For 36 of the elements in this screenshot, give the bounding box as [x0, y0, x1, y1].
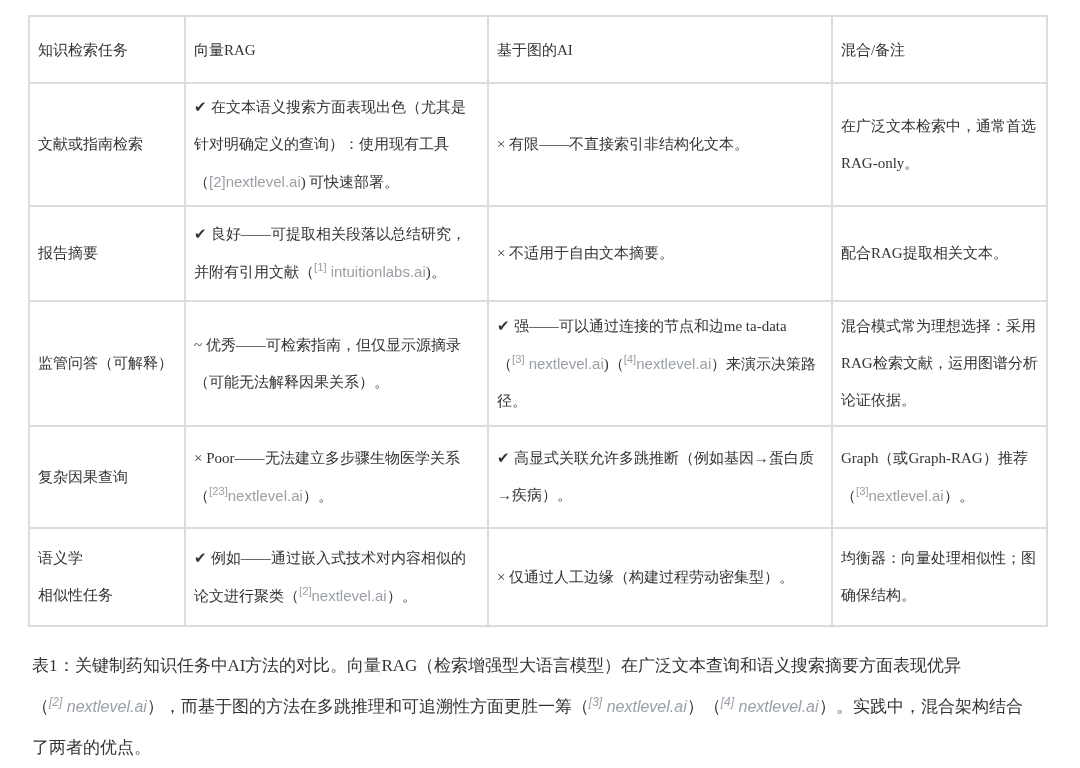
citation-link[interactable]: $^{[2]}$nextlevel.ai: [299, 586, 387, 604]
cell-text: 报告摘要: [38, 244, 99, 263]
cell-text: 在广泛文本检索中，通常首选RAG-only。: [841, 116, 1037, 173]
citation-link[interactable]: [2]nextlevel.ai: [209, 172, 301, 190]
cell-text: ✔ 例如——通过嵌入式技术对内容相似的论文进行聚类（$^{[2]}$nextlevel.ai）。: [194, 548, 467, 606]
cell-text: Graph（或Graph-RAG）推荐（$^{[3]}$nextlevel.ai）。: [841, 448, 1029, 506]
cell-text: ✔ 良好——可提取相关段落以总结研究，并附有引用文献（$^{[1]}$ intuitionlabs.ai)。: [194, 225, 467, 282]
citation-link[interactable]: $^{[23]}$nextlevel.ai: [209, 486, 303, 504]
cell-text: 均衡器：向量处理相似性；图确保结构。: [841, 549, 1037, 605]
citation-link[interactable]: $^{[2]}$ nextlevel.ai: [49, 698, 147, 715]
cell-text: 混合模式常为理想选择：采用RAG检索文献，运用图谱分析论证依据。: [841, 317, 1038, 410]
cell-text: ~ 优秀——可检索指南，但仅显示源摘录（可能无法解释因果关系）。: [194, 335, 462, 392]
cell-text: ✔ 强——可以通过连接的节点和边me ta-data（$^{[3]}$ nextlevel.ai)（$^{[4]}$nextlevel.ai）来演示决策路径。: [497, 316, 818, 411]
citation-link[interactable]: $^{[3]}$ nextlevel.ai: [588, 698, 687, 715]
column-header: 混合/备注: [841, 41, 906, 58]
table-caption: 表1：关键制药知识任务中AI方法的对比。向量RAG（检索增强型大语言模型）在广泛文本查询和语义搜索摘要方面表现优异（$^{[2]}$ nextlevel.ai），而基于图的方法在多跳推理和可追溯性方面更胜一筹（$^{[3]}$ nextlevel.ai）（$^{[4]}$ nextlevel.ai）。实践中，混合架构结合了两者的优点。: [31, 655, 1024, 759]
citation-link[interactable]: $^{[4]}$ nextlevel.ai: [720, 698, 819, 715]
cell-text: ✔ 高显式关联允许多跳推断（例如基因→蛋白质→疾病）。: [497, 449, 815, 505]
cell-text: × Poor——无法建立多步骤生物医学关系（$^{[23]}$nextlevel.ai）。: [194, 448, 461, 506]
column-header: 知识检索任务: [38, 41, 128, 58]
column-header: 基于图的AI: [497, 41, 573, 58]
citation-link[interactable]: $^{[4]}$nextlevel.ai: [623, 354, 712, 372]
cell-text: 配合RAG提取相关文本。: [841, 244, 1009, 263]
cell-text: × 不适用于自由文本摘要。: [497, 244, 676, 263]
cell-text: 文献或指南检索: [38, 135, 144, 154]
citation-link[interactable]: $^{[1]}$ intuitionlabs.ai: [314, 263, 426, 280]
cell-text: × 有限——不直接索引非结构化文本。: [497, 135, 751, 154]
column-header: 向量RAG: [194, 41, 256, 58]
cell-text: 监管问答（可解释）: [38, 354, 174, 373]
citation-link[interactable]: $^{[3]}$ nextlevel.ai: [512, 354, 604, 372]
cell-text: ✔ 在文本语义搜索方面表现出色（尤其是针对明确定义的查询）：使用现有工具（[2]nextlevel.ai) 可快速部署。: [194, 97, 467, 192]
cell-text: × 仅通过人工边缘（构建过程劳动密集型）。: [497, 567, 796, 587]
cell-text: 复杂因果查询: [38, 467, 129, 487]
cell-text: 语义学: [38, 549, 83, 568]
cell-text: 相似性任务: [38, 586, 113, 605]
citation-link[interactable]: $^{[3]}$nextlevel.ai: [856, 486, 944, 504]
